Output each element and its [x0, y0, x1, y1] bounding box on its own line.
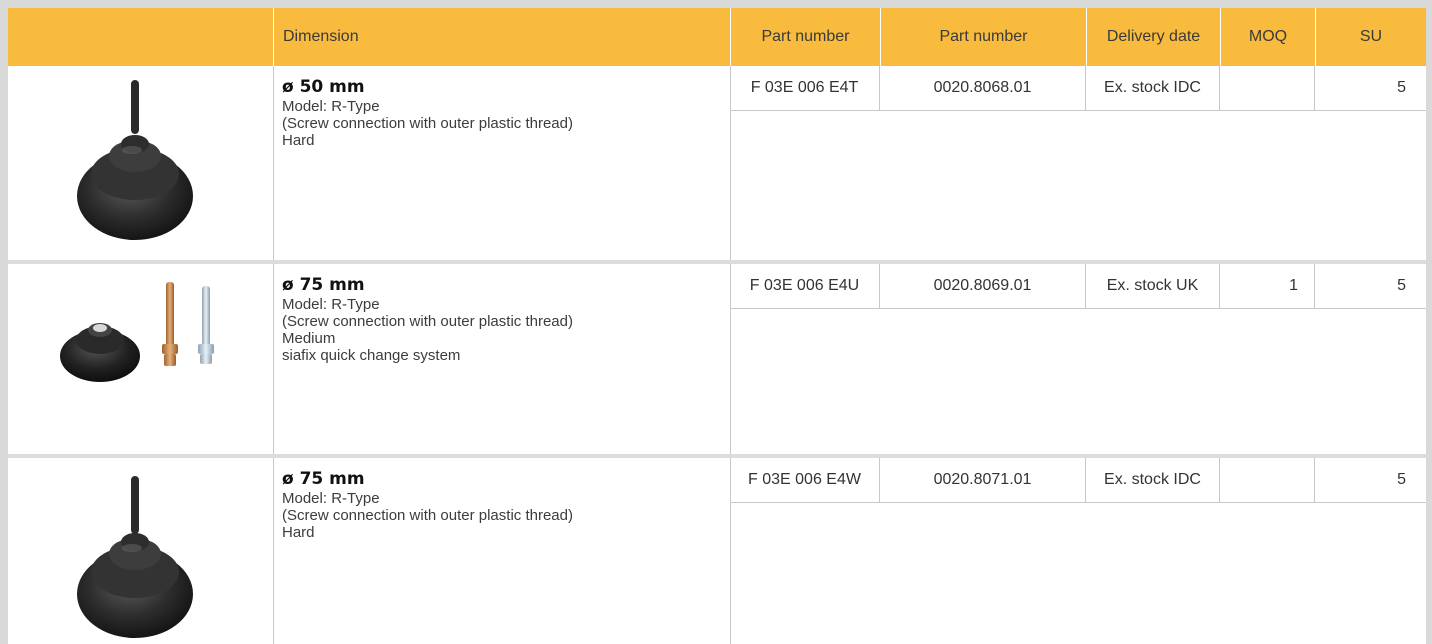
product-image-cell — [8, 458, 273, 644]
header-dimension: Dimension — [273, 8, 730, 66]
description-line: (Screw connection with outer plastic thr… — [282, 115, 573, 132]
description-line: (Screw connection with outer plastic thr… — [282, 313, 573, 330]
product-description: ø 75 mm Model: R-Type (Screw connection … — [282, 274, 573, 364]
backing-pad-with-screws-icon — [60, 282, 214, 382]
part-number-1-cell: F 03E 006 E4U — [730, 264, 880, 308]
description-line: Medium — [282, 330, 336, 347]
description-line: Hard — [282, 132, 315, 149]
column-divider — [273, 458, 274, 644]
part-number-1-cell: F 03E 006 E4W — [730, 458, 880, 502]
part-number-2-cell: 0020.8071.01 — [880, 458, 1086, 502]
table-header: Dimension Part number Part number Delive… — [8, 8, 1426, 66]
product-description: ø 75 mm Model: R-Type (Screw connection … — [282, 468, 573, 541]
description-line: Model: R-Type — [282, 490, 380, 507]
table-row: ø 50 mm Model: R-Type (Screw connection … — [8, 66, 1426, 260]
row-divider — [730, 308, 1426, 309]
dimension-title: ø 50 mm — [282, 77, 365, 97]
header-delivery-date: Delivery date — [1086, 8, 1220, 66]
header-part-number-1: Part number — [730, 8, 880, 66]
part-number-1-cell: F 03E 006 E4T — [730, 66, 880, 110]
description-line: Hard — [282, 524, 315, 541]
header-part-number-2: Part number — [880, 8, 1086, 66]
column-divider — [273, 264, 274, 458]
part-number-2-cell: 0020.8068.01 — [880, 66, 1086, 110]
header-moq: MOQ — [1220, 8, 1315, 66]
part-number-2-cell: 0020.8069.01 — [880, 264, 1086, 308]
backing-pad-with-shaft-icon — [77, 80, 193, 240]
description-line: Model: R-Type — [282, 98, 380, 115]
description-line: Model: R-Type — [282, 296, 380, 313]
dimension-title: ø 75 mm — [282, 469, 365, 489]
column-divider — [273, 66, 274, 260]
moq-cell — [1220, 66, 1315, 110]
moq-cell: 1 — [1220, 264, 1315, 308]
su-cell: 5 — [1397, 471, 1406, 488]
table-row: ø 75 mm Model: R-Type (Screw connection … — [8, 454, 1426, 644]
row-divider — [730, 110, 1426, 111]
delivery-date-cell: Ex. stock UK — [1086, 264, 1220, 308]
table-row: ø 75 mm Model: R-Type (Screw connection … — [8, 260, 1426, 458]
description-line: (Screw connection with outer plastic thr… — [282, 507, 573, 524]
delivery-date-cell: Ex. stock IDC — [1086, 66, 1220, 110]
su-cell: 5 — [1397, 277, 1406, 294]
moq-cell — [1220, 458, 1315, 502]
backing-pad-with-shaft-icon — [77, 476, 193, 638]
description-line: siafix quick change system — [282, 347, 461, 364]
dimension-title: ø 75 mm — [282, 275, 365, 295]
row-divider — [730, 502, 1426, 503]
product-description: ø 50 mm Model: R-Type (Screw connection … — [282, 76, 573, 149]
delivery-date-cell: Ex. stock IDC — [1086, 458, 1220, 502]
product-table: Dimension Part number Part number Delive… — [8, 8, 1426, 644]
su-cell: 5 — [1397, 79, 1406, 96]
product-image-cell — [8, 66, 273, 260]
product-image-cell — [8, 264, 273, 458]
header-su: SU — [1315, 8, 1426, 66]
